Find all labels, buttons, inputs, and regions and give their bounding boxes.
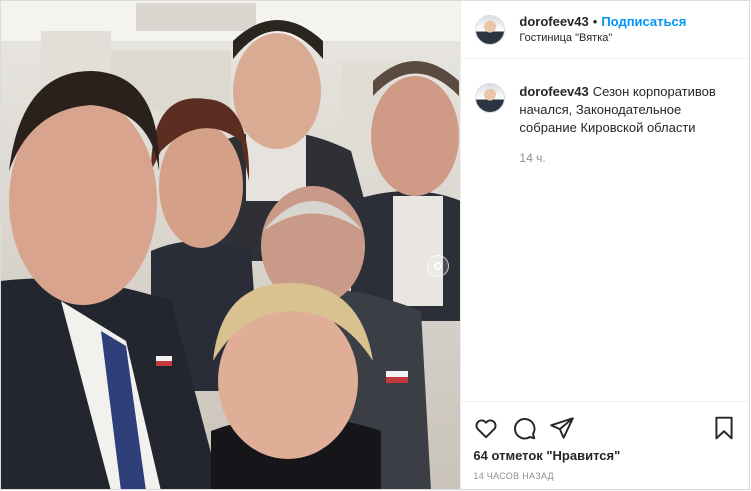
likes-count[interactable]: 64 отметок "Нравится" [473, 448, 737, 463]
post-header: dorofeev43 • Подписаться Гостиница "Вятка" [461, 1, 749, 59]
header-username[interactable]: dorofeev43 [519, 14, 588, 29]
carousel-indicator[interactable] [427, 255, 449, 277]
header-text: dorofeev43 • Подписаться Гостиница "Вятка" [519, 14, 686, 46]
follow-button[interactable]: Подписаться [601, 14, 686, 29]
caption-username[interactable]: dorofeev43 [519, 84, 588, 99]
bookmark-icon[interactable] [711, 415, 737, 441]
group-selfie-photo [1, 1, 461, 489]
comment-icon[interactable] [511, 415, 537, 441]
location-link[interactable]: Гостиница "Вятка" [519, 30, 686, 46]
post-timestamp[interactable]: 14 ЧАСОВ НАЗАД [473, 471, 737, 481]
carousel-dot-icon [434, 262, 442, 270]
caption-body: dorofeev43 Сезон корпоративов начался, За… [519, 83, 735, 167]
separator-dot: • [592, 13, 598, 29]
caption-time[interactable]: 14 ч. [519, 149, 735, 167]
heart-icon[interactable] [473, 415, 499, 441]
instagram-post: dorofeev43 • Подписаться Гостиница "Вятка"… [0, 0, 750, 490]
caption: dorofeev43 Сезон корпоративов начался, За… [461, 59, 749, 167]
avatar[interactable] [475, 14, 506, 45]
share-icon[interactable] [549, 415, 575, 441]
post-photo[interactable] [1, 1, 461, 489]
caption-avatar[interactable] [475, 83, 506, 113]
action-icons [473, 408, 737, 448]
action-bar: 64 отметок "Нравится" 14 ЧАСОВ НАЗАД [461, 401, 749, 481]
post-sidebar: dorofeev43 • Подписаться Гостиница "Вятка"… [460, 1, 749, 489]
